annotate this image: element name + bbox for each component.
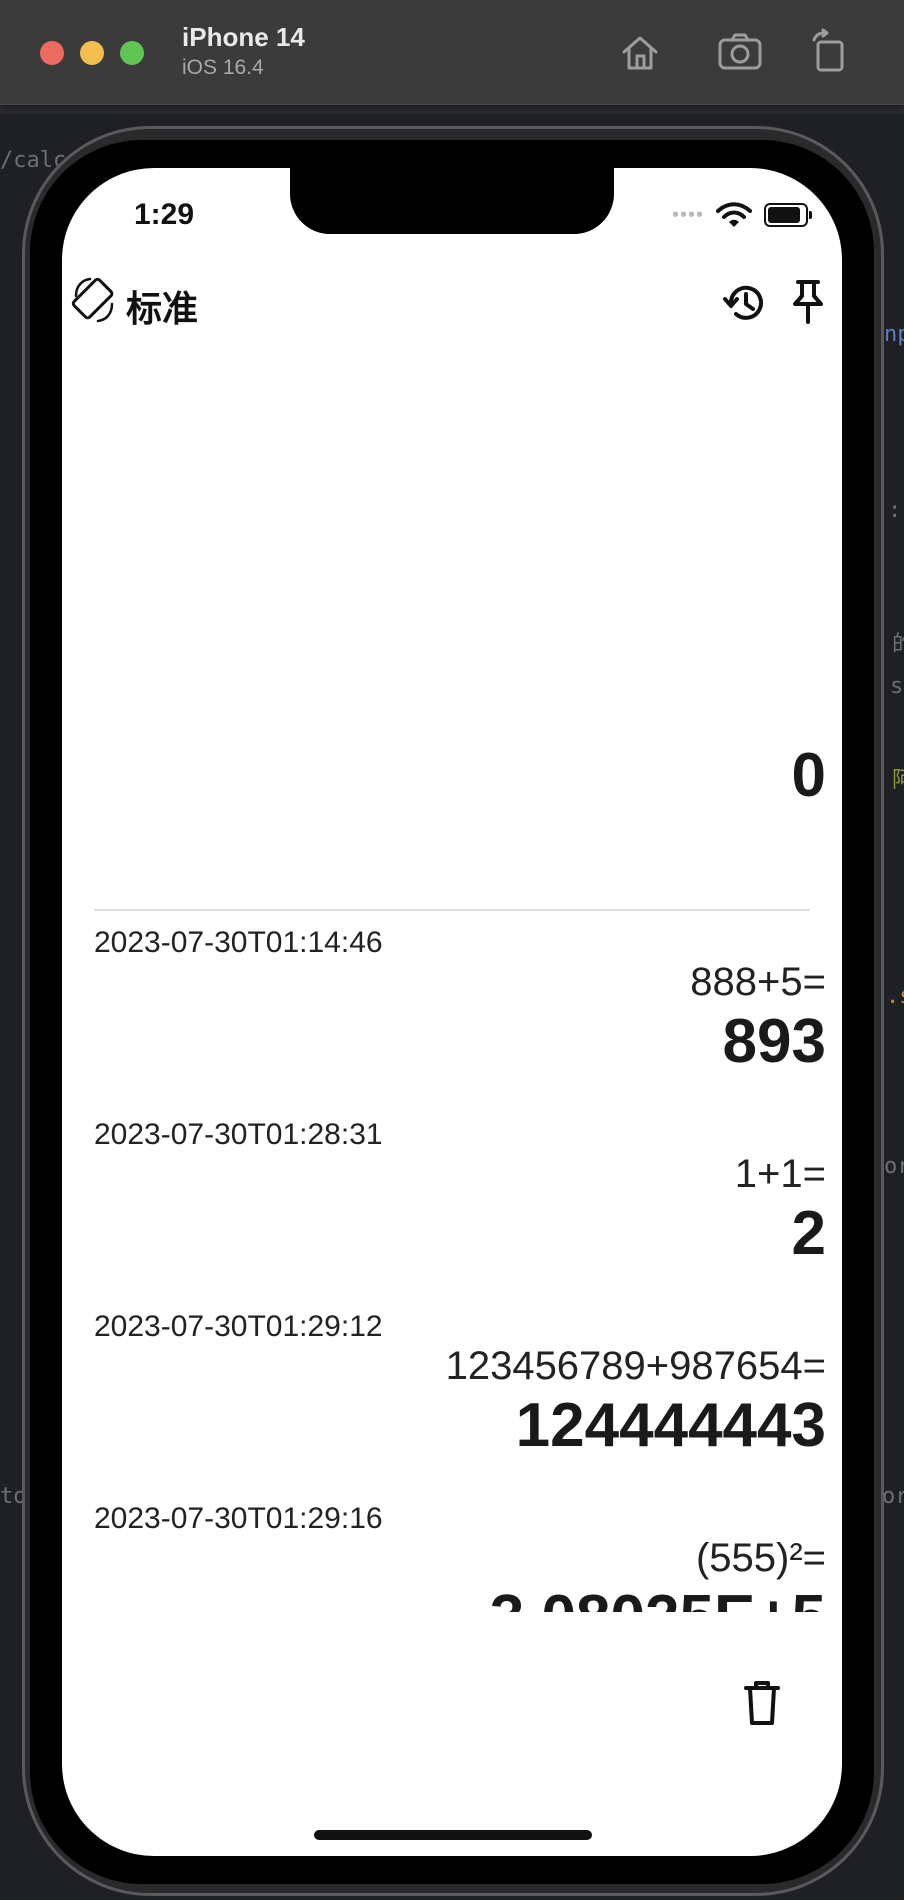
history-timestamp: 2023-07-30T01:29:12: [94, 1310, 383, 1343]
calculator-mode-title[interactable]: 标准: [126, 280, 198, 332]
history-timestamp: 2023-07-30T01:29:16: [94, 1502, 383, 1535]
ide-snippet: :: [888, 498, 902, 523]
ide-snippet: or: [884, 1154, 904, 1179]
history-item[interactable]: 2023-07-30T01:28:31 1+1= 2: [62, 1114, 842, 1306]
simulator-toolbar: iPhone 14 iOS 16.4: [0, 0, 904, 105]
ide-snippet: 阿: [892, 768, 904, 793]
history-timestamp: 2023-07-30T01:14:46: [94, 926, 383, 959]
history-expression: (555)²=: [695, 1536, 826, 1580]
screenshot-button[interactable]: [716, 28, 764, 76]
ide-snippet: 的: [892, 632, 904, 657]
history-expression: 888+5=: [690, 960, 826, 1004]
zoom-window-button[interactable]: [120, 41, 144, 65]
home-button[interactable]: [616, 28, 664, 76]
camera-icon: [718, 33, 762, 70]
history-result: 893: [722, 1007, 826, 1076]
rotate-button[interactable]: [806, 28, 854, 76]
ide-snippet: or: [882, 1484, 904, 1509]
ide-snippet: np: [884, 322, 904, 347]
history-item[interactable]: 2023-07-30T01:29:12 123456789+987654= 12…: [62, 1306, 842, 1498]
device-os-version: iOS 16.4: [182, 56, 264, 79]
home-icon: [622, 36, 658, 70]
history-timestamp: 2023-07-30T01:28:31: [94, 1118, 383, 1151]
history-result: 124444443: [515, 1391, 826, 1460]
history-result: 2: [791, 1199, 826, 1268]
pin-icon[interactable]: [788, 278, 828, 324]
history-item[interactable]: 2023-07-30T01:29:16 (555)²= 3.08025E+5: [62, 1498, 842, 1612]
calculator-display: 0: [791, 741, 826, 810]
device-screen: 1:29 •••• 标准 0 2023-07-30T01:14:46 888+5…: [62, 168, 842, 1856]
ide-strip: [0, 104, 904, 114]
wifi-icon: [716, 202, 752, 227]
history-list[interactable]: 2023-07-30T01:14:46 888+5= 893 2023-07-3…: [62, 922, 842, 1612]
battery-icon: [764, 203, 812, 227]
app-nav-bar: 标准: [62, 268, 842, 340]
display-divider: [94, 909, 810, 911]
device-name: iPhone 14: [182, 22, 305, 52]
history-icon[interactable]: [722, 280, 768, 326]
minimize-window-button[interactable]: [80, 41, 104, 65]
history-expression: 123456789+987654=: [445, 1344, 826, 1388]
close-window-button[interactable]: [40, 41, 64, 65]
cellular-signal-icon: ••••: [671, 203, 704, 226]
history-item[interactable]: 2023-07-30T01:14:46 888+5= 893: [62, 922, 842, 1114]
device-notch: [290, 168, 614, 234]
trash-icon[interactable]: [742, 1680, 782, 1726]
home-indicator[interactable]: [314, 1830, 592, 1840]
screen-rotation-icon[interactable]: [70, 276, 118, 324]
history-expression: 1+1=: [734, 1152, 826, 1196]
status-icons: ••••: [671, 200, 812, 230]
rotate-icon: [812, 28, 844, 72]
status-time: 1:29: [134, 198, 195, 231]
ide-snippet: s: [890, 674, 904, 699]
ide-snippet: .s: [886, 984, 904, 1009]
history-result: 3.08025E+5: [490, 1582, 826, 1612]
